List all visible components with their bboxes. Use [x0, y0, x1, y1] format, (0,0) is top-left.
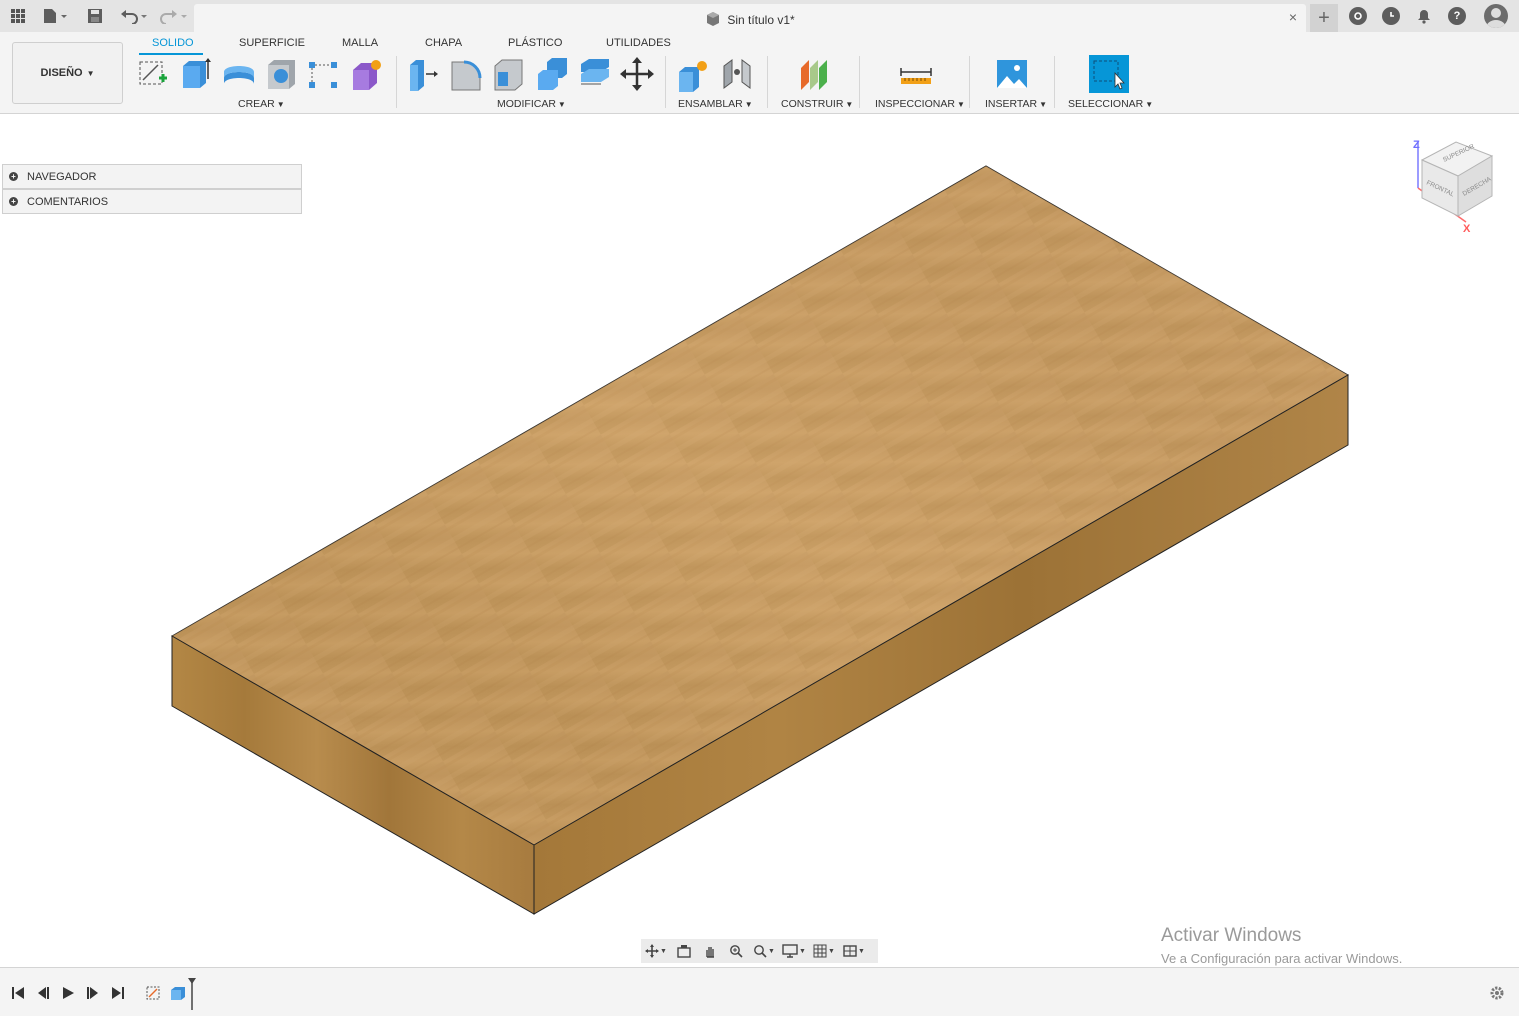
timeline-extrude-feature-icon[interactable] [169, 984, 187, 1002]
help-icon[interactable]: ? [1448, 7, 1466, 25]
document-cube-icon [707, 12, 720, 26]
group-seleccionar[interactable]: SELECCIONAR ▼ [1068, 98, 1153, 110]
apps-grid-icon[interactable] [8, 5, 28, 27]
axis-x-label: X [1463, 223, 1471, 232]
revolve-icon[interactable] [222, 56, 256, 92]
group-separator [969, 56, 970, 108]
file-menu-icon[interactable] [40, 5, 72, 27]
document-tab[interactable]: Sin título v1* × [194, 4, 1306, 32]
tab-plastico[interactable]: PLÁSTICO [508, 37, 562, 49]
extensions-icon[interactable] [1349, 7, 1367, 25]
windows-activation-watermark: Activar Windows Ve a Configuración para … [1161, 925, 1402, 966]
rectangular-pattern-icon[interactable] [307, 56, 341, 92]
tab-chapa[interactable]: CHAPA [425, 37, 462, 49]
chamfer-icon[interactable] [492, 56, 526, 92]
combine-icon[interactable] [535, 56, 569, 92]
extrude-icon[interactable] [179, 56, 213, 92]
browser-comentarios[interactable]: + COMENTARIOS [2, 189, 302, 214]
document-title: Sin título v1* [194, 11, 1306, 27]
timeline-marker[interactable] [188, 978, 196, 1010]
watermark-title: Activar Windows [1161, 925, 1302, 946]
chevron-down-icon: ▼ [86, 68, 95, 78]
browser-label: COMENTARIOS [27, 195, 109, 208]
active-tab-indicator [139, 53, 203, 55]
go-to-end-icon[interactable] [109, 984, 127, 1002]
step-back-icon[interactable] [34, 984, 52, 1002]
browser-label: NAVEGADOR [27, 170, 97, 183]
orbit-icon[interactable]: ▼ [641, 940, 671, 962]
offset-plane-icon[interactable] [797, 56, 831, 92]
group-separator [767, 56, 768, 108]
job-status-icon[interactable] [1382, 7, 1400, 25]
user-avatar-icon[interactable] [1484, 4, 1508, 28]
viewcube[interactable]: SUPERIOR FRONTAL DERECHA Z X [1408, 134, 1498, 235]
axis-z-label: Z [1413, 139, 1420, 151]
group-insertar[interactable]: INSERTAR ▼ [985, 98, 1047, 110]
new-tab-button[interactable]: + [1310, 4, 1338, 32]
tab-malla[interactable]: MALLA [342, 37, 378, 49]
group-ensamblar[interactable]: ENSAMBLAR ▼ [678, 98, 753, 110]
expand-icon[interactable]: + [9, 197, 18, 206]
tab-solido[interactable]: SOLIDO [152, 37, 194, 49]
group-crear[interactable]: CREAR ▼ [238, 98, 285, 110]
select-icon[interactable] [1089, 55, 1129, 93]
grid-settings-icon[interactable]: ▼ [809, 940, 839, 962]
tab-utilidades[interactable]: UTILIDADES [606, 37, 671, 49]
timeline-settings-gear-icon[interactable] [1488, 984, 1506, 1002]
title-bar: Sin título v1* × + ? [0, 0, 1519, 32]
save-icon[interactable] [85, 5, 105, 27]
workspace-label: DISEÑO [40, 67, 83, 79]
timeline [0, 967, 1519, 1016]
measure-icon[interactable] [899, 56, 933, 92]
group-separator [665, 56, 666, 108]
close-tab-icon[interactable]: × [1286, 10, 1300, 24]
undo-icon[interactable] [118, 5, 150, 27]
press-pull-icon[interactable] [406, 56, 440, 92]
fillet-icon[interactable] [449, 56, 483, 92]
step-forward-icon[interactable] [84, 984, 102, 1002]
group-separator [1054, 56, 1055, 108]
redo-icon[interactable] [158, 5, 190, 27]
create-sketch-icon[interactable] [137, 56, 171, 92]
group-inspeccionar[interactable]: INSPECCIONAR ▼ [875, 98, 965, 110]
insert-image-icon[interactable] [995, 56, 1029, 92]
move-copy-icon[interactable] [620, 56, 654, 92]
joint-icon[interactable] [720, 56, 754, 92]
group-modificar[interactable]: MODIFICAR ▼ [497, 98, 566, 110]
notifications-icon[interactable] [1414, 5, 1434, 27]
zoom-icon[interactable] [723, 940, 749, 962]
group-separator [859, 56, 860, 108]
tab-superficie[interactable]: SUPERFICIE [239, 37, 305, 49]
create-form-icon[interactable] [350, 56, 384, 92]
watermark-subtitle: Ve a Configuración para activar Windows. [1161, 951, 1403, 966]
group-separator [396, 56, 397, 108]
look-at-icon[interactable] [671, 940, 697, 962]
group-construir[interactable]: CONSTRUIR ▼ [781, 98, 853, 110]
browser-navegador[interactable]: + NAVEGADOR [2, 164, 302, 189]
navigation-bar: ▼ ▼ ▼ ▼ ▼ [641, 939, 878, 963]
shell-icon[interactable] [578, 56, 612, 92]
hole-icon[interactable] [265, 56, 299, 92]
display-settings-icon[interactable]: ▼ [779, 940, 809, 962]
go-to-start-icon[interactable] [9, 984, 27, 1002]
timeline-sketch-feature-icon[interactable] [145, 984, 163, 1002]
viewports-icon[interactable]: ▼ [839, 940, 869, 962]
ribbon-toolbar: DISEÑO ▼ SOLIDO SUPERFICIE MALLA CHAPA PL… [0, 32, 1519, 114]
wood-board-model[interactable] [0, 114, 1519, 967]
play-icon[interactable] [59, 984, 77, 1002]
expand-icon[interactable]: + [9, 172, 18, 181]
model-viewport[interactable] [0, 114, 1519, 967]
new-component-icon[interactable] [676, 56, 710, 92]
workspace-switcher[interactable]: DISEÑO ▼ [12, 42, 123, 104]
pan-icon[interactable] [697, 940, 723, 962]
fit-zoom-icon[interactable]: ▼ [749, 940, 779, 962]
